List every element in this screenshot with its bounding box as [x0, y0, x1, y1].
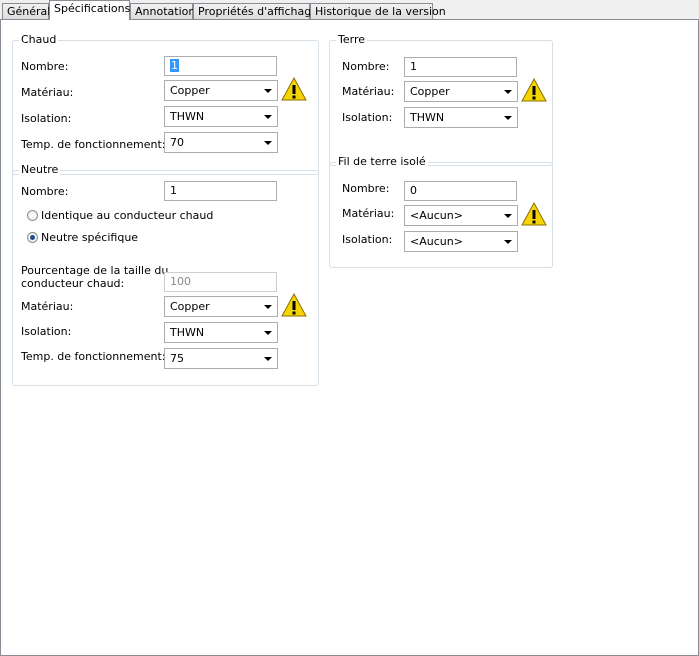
chevron-down-icon	[264, 89, 272, 93]
warning-icon	[521, 201, 547, 226]
warning-icon	[281, 292, 307, 317]
neutre-isolation-dropdown[interactable]: THWN	[164, 322, 278, 343]
chaud-isolation-label: Isolation:	[21, 112, 72, 125]
group-terre-title: Terre	[336, 33, 367, 47]
pourcentage-input[interactable]: 100	[164, 272, 277, 292]
chevron-down-icon	[504, 116, 512, 120]
chaud-materiau-value: Copper	[170, 84, 210, 97]
radio-identique[interactable]	[27, 210, 38, 221]
radio-neutre-specifique[interactable]	[27, 232, 38, 243]
tab-page-specifications: Chaud Nombre: 1 Matériau: Copper Isolati…	[0, 19, 699, 656]
chaud-isolation-dropdown[interactable]: THWN	[164, 106, 278, 127]
fil-materiau-value: <Aucun>	[410, 209, 463, 222]
tab-general[interactable]: Général	[2, 3, 50, 19]
terre-isolation-label: Isolation:	[342, 111, 393, 124]
radio-identique-label[interactable]: Identique au conducteur chaud	[41, 209, 213, 223]
chevron-down-icon	[264, 141, 272, 145]
terre-materiau-dropdown[interactable]: Copper	[404, 81, 518, 102]
tab-bar: Général Spécifications Annotation Propri…	[0, 0, 699, 20]
neutre-materiau-value: Copper	[170, 300, 210, 313]
neutre-materiau-label: Matériau:	[21, 300, 74, 313]
chevron-down-icon	[264, 357, 272, 361]
chaud-materiau-dropdown[interactable]: Copper	[164, 80, 278, 101]
fil-isolation-dropdown[interactable]: <Aucun>	[404, 231, 518, 252]
chevron-down-icon	[264, 115, 272, 119]
neutre-temp-label: Temp. de fonctionnement:	[21, 350, 166, 363]
chevron-down-icon	[264, 305, 272, 309]
tab-annotation[interactable]: Annotation	[130, 3, 195, 19]
neutre-isolation-label: Isolation:	[21, 325, 72, 338]
fil-isolation-value: <Aucun>	[410, 235, 463, 248]
neutre-isolation-value: THWN	[170, 326, 205, 339]
chevron-down-icon	[264, 331, 272, 335]
neutre-temp-dropdown[interactable]: 75	[164, 348, 278, 369]
fil-nombre-label: Nombre:	[342, 182, 390, 195]
warning-icon	[521, 77, 547, 102]
chevron-down-icon	[504, 90, 512, 94]
chaud-temp-dropdown[interactable]: 70	[164, 132, 278, 153]
chaud-materiau-label: Matériau:	[21, 86, 74, 99]
pourcentage-label-line2: conducteur chaud:	[21, 277, 125, 290]
fil-materiau-label: Matériau:	[342, 207, 395, 220]
neutre-nombre-input[interactable]: 1	[164, 181, 277, 201]
chaud-temp-value: 70	[170, 136, 184, 149]
fil-materiau-dropdown[interactable]: <Aucun>	[404, 205, 518, 226]
terre-materiau-value: Copper	[410, 85, 450, 98]
terre-nombre-label: Nombre:	[342, 60, 390, 73]
group-fil-terre-isole-title: Fil de terre isolé	[336, 155, 428, 169]
terre-isolation-dropdown[interactable]: THWN	[404, 107, 518, 128]
terre-isolation-value: THWN	[410, 111, 445, 124]
neutre-materiau-dropdown[interactable]: Copper	[164, 296, 278, 317]
pourcentage-label-line1: Pourcentage de la taille du	[21, 264, 169, 277]
tab-specifications[interactable]: Spécifications	[49, 0, 130, 20]
chaud-temp-label: Temp. de fonctionnement:	[21, 138, 166, 151]
chaud-isolation-value: THWN	[170, 110, 205, 123]
neutre-nombre-label: Nombre:	[21, 185, 69, 198]
chaud-nombre-input[interactable]: 1	[164, 56, 277, 76]
tab-proprietes-affichage[interactable]: Propriétés d'affichage	[193, 3, 318, 19]
warning-icon	[281, 76, 307, 101]
terre-nombre-input[interactable]: 1	[404, 57, 517, 77]
tab-historique-version[interactable]: Historique de la version	[310, 3, 446, 19]
chevron-down-icon	[504, 214, 512, 218]
group-chaud-title: Chaud	[19, 33, 59, 47]
chevron-down-icon	[504, 240, 512, 244]
fil-nombre-input[interactable]: 0	[404, 181, 517, 201]
terre-materiau-label: Matériau:	[342, 85, 395, 98]
neutre-temp-value: 75	[170, 352, 184, 365]
group-neutre-title: Neutre	[19, 163, 61, 177]
radio-neutre-specifique-label[interactable]: Neutre spécifique	[41, 231, 138, 245]
chaud-nombre-label: Nombre:	[21, 60, 69, 73]
fil-isolation-label: Isolation:	[342, 233, 393, 246]
